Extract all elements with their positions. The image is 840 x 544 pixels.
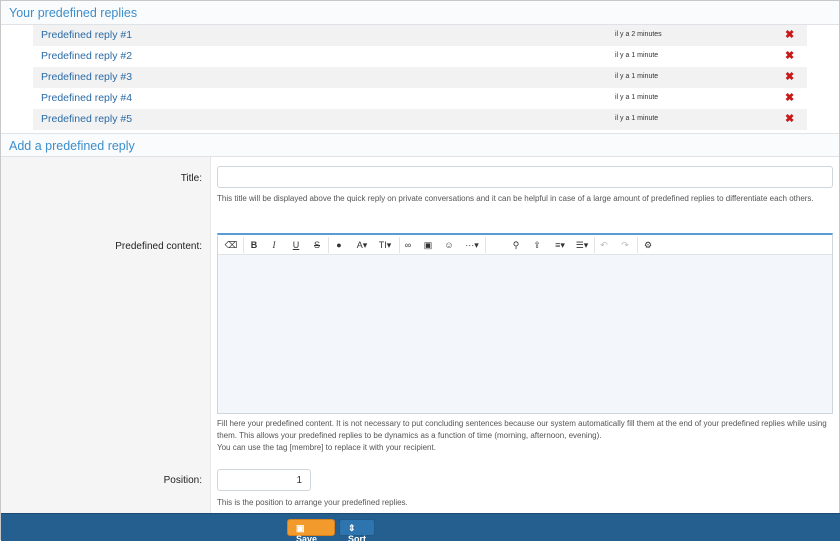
reply-time: il y a 2 minutes bbox=[615, 31, 662, 38]
title-help: This title will be displayed above the q… bbox=[217, 194, 814, 203]
reply-time: il y a 1 minute bbox=[615, 94, 659, 101]
sort-label: Sort bbox=[348, 534, 366, 544]
reply-link[interactable]: Predefined reply #4 bbox=[41, 92, 132, 104]
font-size-icon[interactable]: TI▾ bbox=[375, 238, 395, 252]
link-icon[interactable]: ∞ bbox=[402, 238, 414, 252]
align-icon[interactable]: ≡▾ bbox=[550, 238, 570, 252]
content-editor: ⌫ B I U S ● A▾ TI▾ ∞ ▣ ☺ ···▾ ⚲ ⇪ ≡▾ ☰▾ bbox=[217, 233, 833, 414]
sort-button[interactable]: ⇕ Sort bbox=[339, 519, 375, 544]
reply-link[interactable]: Predefined reply #1 bbox=[41, 29, 132, 41]
reply-time: il y a 1 minute bbox=[615, 52, 659, 59]
emoji-icon[interactable]: ☺ bbox=[443, 238, 455, 252]
position-help: This is the position to arrange your pre… bbox=[217, 498, 408, 507]
editor-toolbar: ⌫ B I U S ● A▾ TI▾ ∞ ▣ ☺ ···▾ ⚲ ⇪ ≡▾ ☰▾ bbox=[218, 235, 832, 255]
list-item: Predefined reply #2 il y a 1 minute ✖ bbox=[33, 46, 807, 67]
reply-time: il y a 1 minute bbox=[615, 73, 659, 80]
content-label: Predefined content: bbox=[115, 241, 202, 252]
delete-icon[interactable]: ✖ bbox=[785, 70, 794, 83]
list-item: Predefined reply #4 il y a 1 minute ✖ bbox=[33, 88, 807, 109]
bold-icon[interactable]: B bbox=[248, 238, 260, 252]
underline-icon[interactable]: U bbox=[290, 238, 302, 252]
reply-time: il y a 1 minute bbox=[615, 115, 659, 122]
save-button[interactable]: ▣ Save bbox=[287, 519, 335, 544]
position-label: Position: bbox=[163, 475, 202, 486]
replies-section-title: Your predefined replies bbox=[1, 1, 839, 25]
settings-icon[interactable]: ⚙ bbox=[642, 238, 654, 252]
strikethrough-icon[interactable]: S bbox=[311, 238, 323, 252]
reply-link[interactable]: Predefined reply #5 bbox=[41, 113, 132, 125]
reply-link[interactable]: Predefined reply #3 bbox=[41, 71, 132, 83]
add-reply-form: Title: This title will be displayed abov… bbox=[1, 157, 839, 518]
list-item: Predefined reply #1 il y a 2 minutes ✖ bbox=[33, 25, 807, 46]
image-icon[interactable]: ▣ bbox=[422, 238, 434, 252]
redo-icon[interactable]: ↷ bbox=[619, 238, 631, 252]
toolbar-divider bbox=[328, 237, 329, 253]
toolbar-divider bbox=[399, 237, 400, 253]
eraser-icon[interactable]: ⌫ bbox=[224, 238, 238, 252]
upload-icon[interactable]: ⇪ bbox=[531, 238, 543, 252]
list-item: Predefined reply #5 il y a 1 minute ✖ bbox=[33, 109, 807, 130]
content-textarea[interactable] bbox=[218, 255, 832, 413]
delete-icon[interactable]: ✖ bbox=[785, 49, 794, 62]
label-column bbox=[1, 157, 211, 518]
title-label: Title: bbox=[180, 173, 202, 184]
add-section-title: Add a predefined reply bbox=[1, 133, 839, 157]
text-color-icon[interactable]: ● bbox=[333, 238, 345, 252]
save-label: Save bbox=[296, 534, 318, 544]
reply-link[interactable]: Predefined reply #2 bbox=[41, 50, 132, 62]
delete-icon[interactable]: ✖ bbox=[785, 28, 794, 41]
content-help: Fill here your predefined content. It is… bbox=[217, 418, 827, 454]
toolbar-divider bbox=[485, 237, 486, 253]
more-icon[interactable]: ···▾ bbox=[462, 238, 482, 252]
list-icon[interactable]: ☰▾ bbox=[572, 238, 592, 252]
footer-bar: ▣ Save ⇕ Sort bbox=[1, 513, 840, 544]
position-input[interactable]: 1 bbox=[217, 469, 311, 491]
delete-icon[interactable]: ✖ bbox=[785, 112, 794, 125]
predefined-replies-page: Your predefined replies Predefined reply… bbox=[0, 0, 840, 544]
list-item: Predefined reply #3 il y a 1 minute ✖ bbox=[33, 67, 807, 88]
map-pin-icon[interactable]: ⚲ bbox=[510, 238, 522, 252]
undo-icon[interactable]: ↶ bbox=[598, 238, 610, 252]
sort-icon: ⇕ bbox=[348, 523, 356, 533]
toolbar-divider bbox=[594, 237, 595, 253]
content-tag-help: You can use the tag [membre] to replace … bbox=[217, 443, 436, 452]
delete-icon[interactable]: ✖ bbox=[785, 91, 794, 104]
title-input[interactable] bbox=[217, 166, 833, 188]
toolbar-divider bbox=[637, 237, 638, 253]
font-family-icon[interactable]: A▾ bbox=[352, 238, 372, 252]
toolbar-divider bbox=[243, 237, 244, 253]
italic-icon[interactable]: I bbox=[269, 238, 279, 252]
replies-list: Predefined reply #1 il y a 2 minutes ✖ P… bbox=[1, 25, 839, 130]
content-help-text: Fill here your predefined content. It is… bbox=[217, 419, 827, 440]
save-icon: ▣ bbox=[296, 523, 305, 533]
